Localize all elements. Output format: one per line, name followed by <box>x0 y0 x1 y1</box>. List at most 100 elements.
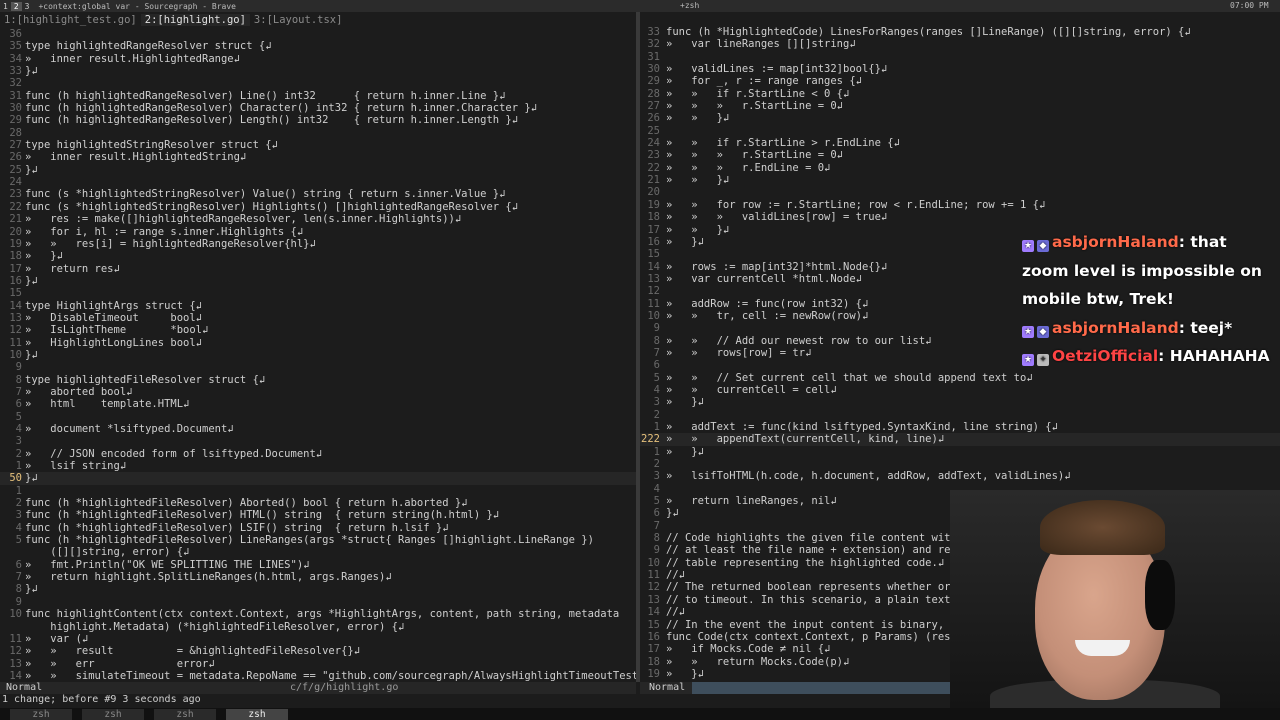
code-line[interactable]: 19 » » for row := r.StartLine; row < r.En… <box>640 199 1280 211</box>
code-line[interactable]: 13» DisableTimeout bool↲ <box>0 312 636 324</box>
code-line[interactable]: 27 » » » r.StartLine = 0↲ <box>640 100 1280 112</box>
code-line[interactable]: 2» // JSON encoded form of lsiftyped.Doc… <box>0 448 636 460</box>
code-line[interactable]: 7» return highlight.SplitLineRanges(h.ht… <box>0 571 636 583</box>
code-line[interactable]: 10 func highlightContent(ctx context.Cont… <box>0 608 636 620</box>
code-line[interactable]: 8 type highlightedFileResolver struct {↲ <box>0 374 636 386</box>
code-line[interactable]: 14» » simulateTimeout = metadata.RepoNam… <box>0 670 636 682</box>
workspace-1[interactable]: 1 <box>0 2 11 11</box>
buffer-tab[interactable]: 3:[Layout.tsx] <box>250 14 347 26</box>
code-line[interactable]: 16}↲ <box>0 275 636 287</box>
code-line[interactable]: 7» aborted bool↲ <box>0 386 636 398</box>
code-line[interactable]: 29 » for _, r := range ranges {↲ <box>640 75 1280 87</box>
code-line[interactable]: 26 » » }↲ <box>640 112 1280 124</box>
buffer-tab[interactable]: 1:[highlight_test.go] <box>0 14 141 26</box>
code-line[interactable]: 20 <box>640 186 1280 198</box>
code-line[interactable]: 10}↲ <box>0 349 636 361</box>
line-number: 4 <box>653 383 660 396</box>
left-statusline: Normal c/f/g/highlight.go <box>0 682 636 694</box>
code-line[interactable]: 19» » res[i] = highlightedRangeResolver{… <box>0 238 636 250</box>
code-line[interactable]: 21» res := make([]highlightedRangeResolv… <box>0 213 636 225</box>
code-line[interactable]: 23 func (s *highlightedStringResolver) Va… <box>0 188 636 200</box>
code-line[interactable]: 14 type HighlightArgs struct {↲ <box>0 300 636 312</box>
code-line[interactable]: 5 » » // Set current cell that we should … <box>640 372 1280 384</box>
left-code-area[interactable]: 36 35 type highlightedRangeResolver struct… <box>0 28 636 682</box>
code-line[interactable]: 11» var (↲ <box>0 633 636 645</box>
code-line[interactable]: 33 func (h *HighlightedCode) LinesForRang… <box>640 26 1280 38</box>
workspace-2[interactable]: 2 <box>10 1 22 11</box>
code-line[interactable]: 18 » » » validLines[row] = true↲ <box>640 211 1280 223</box>
code-line[interactable]: 3 <box>0 435 636 447</box>
code-line[interactable]: 26» inner result.HighlightedString↲ <box>0 151 636 163</box>
code-line[interactable]: 6» html template.HTML↲ <box>0 398 636 410</box>
code-line[interactable]: 2 <box>640 409 1280 421</box>
code-line[interactable]: 32 » var lineRanges [][]string↲ <box>640 38 1280 50</box>
code-line[interactable]: 21 » » }↲ <box>640 174 1280 186</box>
code-line[interactable]: 50}↲ <box>0 472 636 485</box>
code-line[interactable]: 1 <box>0 485 636 497</box>
line-number: 31 <box>647 50 660 63</box>
code-text: func (h *highlightedFileResolver) LSIF()… <box>25 521 449 534</box>
code-line[interactable]: 22 func (s *highlightedStringResolver) Hi… <box>0 201 636 213</box>
code-text: » » }↲ <box>666 223 730 236</box>
code-line[interactable]: 30 func (h highlightedRangeResolver) Char… <box>0 102 636 114</box>
code-line[interactable]: 11» HighlightLongLines bool↲ <box>0 337 636 349</box>
code-line[interactable]: 1» lsif string↲ <box>0 460 636 472</box>
code-line[interactable]: 20» for i, hl := range s.inner.Highlight… <box>0 226 636 238</box>
code-line[interactable]: 1 » addText := func(kind lsiftyped.Syntax… <box>640 421 1280 433</box>
code-line[interactable]: 30 » validLines := map[int32]bool{}↲ <box>640 63 1280 75</box>
tmux-window[interactable]: zsh <box>226 708 288 720</box>
code-line[interactable]: 1 » }↲ <box>640 446 1280 458</box>
code-line[interactable]: 36 <box>0 28 636 40</box>
tmux-window[interactable]: zsh <box>154 708 216 720</box>
code-line[interactable]: highlight.Metadata) (*highlightedFileRes… <box>0 621 636 633</box>
left-editor-pane[interactable]: 1:[highlight_test.go] 2:[highlight.go] 3:[… <box>0 12 636 682</box>
code-line[interactable]: 2 <box>640 458 1280 470</box>
workspace-3[interactable]: 3 <box>22 2 33 11</box>
code-line[interactable]: 9 <box>0 361 636 373</box>
code-line[interactable]: 9 <box>0 596 636 608</box>
code-line[interactable]: 35 type highlightedRangeResolver struct {… <box>0 40 636 52</box>
buffer-tab[interactable]: 2:[highlight.go] <box>140 14 250 26</box>
code-line[interactable]: 6» fmt.Println("OK WE SPLITTING THE LINE… <box>0 559 636 571</box>
code-line[interactable]: 3 func (h *highlightedFileResolver) HTML(… <box>0 509 636 521</box>
code-line[interactable]: 3 » }↲ <box>640 396 1280 408</box>
code-line[interactable]: 24 » » if r.StartLine > r.EndLine {↲ <box>640 137 1280 149</box>
code-line[interactable]: 34» inner result.HighlightedRange↲ <box>0 53 636 65</box>
code-line[interactable]: 27 type highlightedStringResolver struct … <box>0 139 636 151</box>
code-line[interactable]: 24 <box>0 176 636 188</box>
code-line[interactable]: 13» » err error↲ <box>0 658 636 670</box>
code-line[interactable]: 22 » » » r.EndLine = 0↲ <box>640 162 1280 174</box>
code-line[interactable]: 28 <box>0 127 636 139</box>
line-number: 35 <box>9 40 22 53</box>
code-line[interactable]: 12» IsLightTheme *bool↲ <box>0 324 636 336</box>
code-line[interactable]: 4» document *lsiftyped.Document↲ <box>0 423 636 435</box>
code-line[interactable]: 32 <box>0 77 636 89</box>
code-line[interactable]: 25}↲ <box>0 164 636 176</box>
code-line[interactable]: 222 » » appendText(currentCell, kind, lin… <box>640 433 1280 446</box>
code-line[interactable]: 31 <box>640 51 1280 63</box>
code-line[interactable]: 28 » » if r.StartLine < 0 {↲ <box>640 88 1280 100</box>
code-line[interactable]: 25 <box>640 125 1280 137</box>
code-line[interactable]: 3 » lsifToHTML(h.code, h.document, addRow… <box>640 470 1280 482</box>
code-text: » inner result.HighlightedString↲ <box>25 151 247 164</box>
code-line[interactable]: 4 » » currentCell = cell↲ <box>640 384 1280 396</box>
code-line[interactable]: 33}↲ <box>0 65 636 77</box>
code-line[interactable]: 5 <box>0 411 636 423</box>
code-line[interactable]: 29 func (h highlightedRangeResolver) Leng… <box>0 114 636 126</box>
code-line[interactable]: 18» }↲ <box>0 250 636 262</box>
line-number: 15 <box>647 618 660 631</box>
code-line[interactable]: 17» return res↲ <box>0 263 636 275</box>
code-line[interactable]: 23 » » » r.StartLine = 0↲ <box>640 149 1280 161</box>
code-line[interactable]: 4 func (h *highlightedFileResolver) LSIF(… <box>0 522 636 534</box>
code-text: ([][]string, error) {↲ <box>25 546 190 559</box>
code-line[interactable]: 12» » result = &highlightedFileResolver{… <box>0 645 636 657</box>
code-line[interactable]: 8}↲ <box>0 583 636 595</box>
tmux-window[interactable]: zsh <box>82 708 144 720</box>
code-line[interactable]: 2 func (h *highlightedFileResolver) Abort… <box>0 497 636 509</box>
tmux-window[interactable]: zsh <box>10 708 72 720</box>
line-number: 5 <box>15 410 22 423</box>
code-line[interactable]: 31 func (h highlightedRangeResolver) Line… <box>0 90 636 102</box>
code-line[interactable]: ([][]string, error) {↲ <box>0 546 636 558</box>
code-line[interactable]: 15 <box>0 287 636 299</box>
code-line[interactable]: 5 func (h *highlightedFileResolver) LineR… <box>0 534 636 546</box>
